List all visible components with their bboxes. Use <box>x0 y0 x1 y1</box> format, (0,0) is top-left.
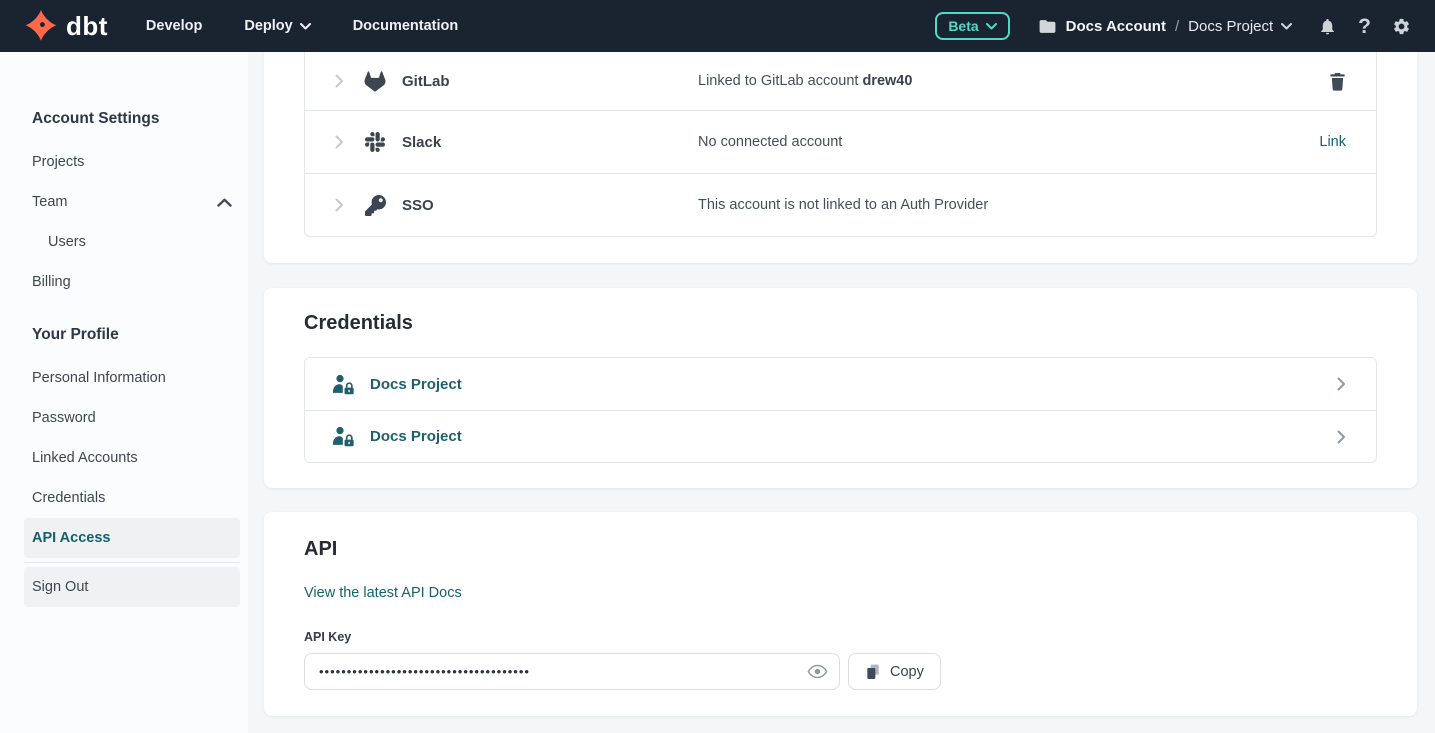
copy-icon <box>865 663 881 681</box>
chevron-down-icon <box>300 23 311 30</box>
nav-develop[interactable]: Develop <box>146 18 202 34</box>
linked-account-name: SSO <box>402 197 434 214</box>
folder-icon <box>1038 17 1057 36</box>
gitlab-icon <box>364 71 386 92</box>
linked-accounts-table: GitLab Linked to GitLab account drew40 <box>304 52 1377 237</box>
sidebar-item-billing[interactable]: Billing <box>24 262 240 302</box>
sidebar-item-password[interactable]: Password <box>24 398 240 438</box>
credential-project-name: Docs Project <box>370 376 462 393</box>
linked-account-status: Linked to GitLab account drew40 <box>698 73 1329 89</box>
linked-accounts-card: GitLab Linked to GitLab account drew40 <box>264 52 1417 263</box>
api-key-input[interactable] <box>304 653 840 690</box>
breadcrumb-account[interactable]: Docs Account <box>1066 18 1166 35</box>
sidebar-item-credentials[interactable]: Credentials <box>24 478 240 518</box>
sidebar-heading-account-settings: Account Settings <box>24 110 240 128</box>
sidebar-item-team[interactable]: Team <box>24 182 240 222</box>
top-nav: dbt Develop Deploy Documentation Beta Do… <box>0 0 1435 52</box>
beta-dropdown[interactable]: Beta <box>935 12 1009 40</box>
credentials-card: Credentials Docs Project <box>264 288 1417 488</box>
gear-icon[interactable] <box>1392 17 1411 36</box>
api-heading: API <box>304 538 1377 561</box>
linked-account-row-sso: SSO This account is not linked to an Aut… <box>305 173 1376 236</box>
primary-nav: Develop Deploy Documentation <box>146 18 458 34</box>
sidebar-item-users[interactable]: Users <box>24 222 240 262</box>
sidebar-divider <box>24 562 240 563</box>
expand-chevron-right-icon[interactable] <box>335 135 344 149</box>
api-docs-link[interactable]: View the latest API Docs <box>304 585 462 601</box>
chevron-down-icon <box>1281 23 1292 30</box>
chevron-right-icon <box>1337 430 1346 444</box>
credentials-heading: Credentials <box>304 312 1377 335</box>
sidebar-heading-your-profile: Your Profile <box>24 326 240 344</box>
breadcrumb-separator: / <box>1175 18 1179 35</box>
sidebar-item-sign-out[interactable]: Sign Out <box>24 567 240 607</box>
linked-account-username: drew40 <box>862 73 912 89</box>
credentials-table: Docs Project <box>304 357 1377 463</box>
dbt-logo[interactable]: dbt <box>24 9 108 43</box>
linked-account-row-slack: Slack No connected account Link <box>305 110 1376 173</box>
breadcrumb-project-dropdown[interactable]: Docs Project <box>1188 18 1292 35</box>
credential-project-name: Docs Project <box>370 428 462 445</box>
chevron-right-icon <box>1337 377 1346 391</box>
main-content: GitLab Linked to GitLab account drew40 <box>248 52 1435 733</box>
user-lock-icon <box>332 426 355 447</box>
linked-account-name: Slack <box>402 134 441 151</box>
chevron-up-icon <box>217 198 232 207</box>
breadcrumb: Docs Account / Docs Project <box>1038 17 1293 36</box>
sidebar-item-projects[interactable]: Projects <box>24 142 240 182</box>
brand-wordmark: dbt <box>66 11 108 42</box>
linked-account-status: No connected account <box>698 134 1319 150</box>
user-lock-icon <box>332 374 355 395</box>
credential-row[interactable]: Docs Project <box>305 358 1376 410</box>
bell-icon[interactable] <box>1318 17 1337 36</box>
dbt-logo-icon <box>24 9 58 43</box>
expand-chevron-right-icon[interactable] <box>335 74 344 88</box>
eye-icon[interactable] <box>807 661 828 682</box>
linked-account-status: This account is not linked to an Auth Pr… <box>698 197 1346 213</box>
key-icon <box>364 195 386 216</box>
linked-account-name: GitLab <box>402 73 450 90</box>
nav-documentation[interactable]: Documentation <box>353 18 459 34</box>
help-icon[interactable]: ? <box>1358 16 1371 37</box>
slack-icon <box>364 132 386 152</box>
copy-button[interactable]: Copy <box>848 653 941 690</box>
nav-icon-group: ? <box>1318 16 1411 37</box>
sidebar-item-api-access[interactable]: API Access <box>24 518 240 558</box>
nav-deploy[interactable]: Deploy <box>244 18 310 34</box>
settings-sidebar: Account Settings Projects Team Users Bil… <box>0 52 248 733</box>
expand-chevron-right-icon[interactable] <box>335 198 344 212</box>
credential-row[interactable]: Docs Project <box>305 410 1376 462</box>
api-key-label: API Key <box>304 630 1377 644</box>
linked-account-row-gitlab: GitLab Linked to GitLab account drew40 <box>305 52 1376 110</box>
trash-icon[interactable] <box>1329 72 1346 91</box>
chevron-down-icon <box>986 23 997 30</box>
sidebar-item-personal-information[interactable]: Personal Information <box>24 358 240 398</box>
sidebar-item-linked-accounts[interactable]: Linked Accounts <box>24 438 240 478</box>
link-account-button[interactable]: Link <box>1319 134 1346 150</box>
api-card: API View the latest API Docs API Key <box>264 512 1417 716</box>
